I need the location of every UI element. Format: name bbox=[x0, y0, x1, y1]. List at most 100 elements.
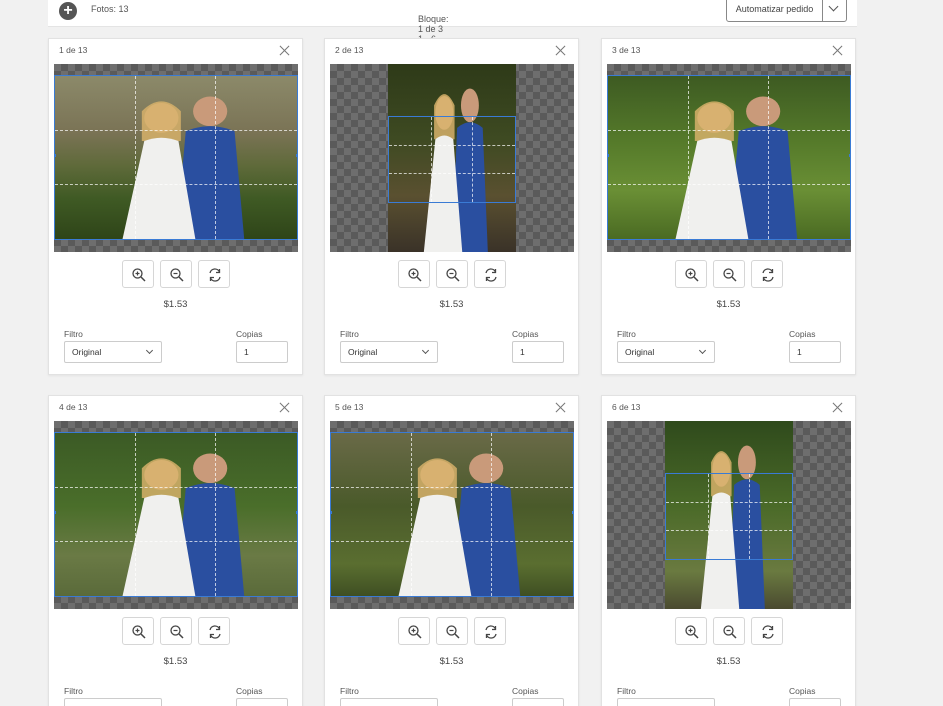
filter-label: Filtro bbox=[340, 329, 359, 339]
zoom-out-icon bbox=[722, 625, 737, 639]
zoom-out-icon bbox=[169, 625, 184, 639]
photo-card: 3 de 13 $1.53 Filtro Copias Original 1 bbox=[601, 38, 856, 375]
chevron-down-icon bbox=[828, 1, 839, 12]
price: $1.53 bbox=[716, 299, 741, 310]
filter-select[interactable] bbox=[64, 698, 162, 706]
top-toolbar: + Fotos: 13 Bloque: 1 de 3 1 - 6 Automat… bbox=[48, 0, 857, 44]
zoom-in-icon bbox=[131, 625, 146, 639]
rotate-button[interactable] bbox=[197, 260, 230, 288]
photo-index-label: 4 de 13 bbox=[59, 402, 88, 412]
rotate-icon bbox=[484, 625, 497, 639]
photo-card: 1 de 13 $1.53 Filtro Copias Original 1 bbox=[48, 38, 303, 375]
photo-tools bbox=[602, 260, 855, 288]
zoom-in-button[interactable] bbox=[397, 617, 430, 645]
rotate-button[interactable] bbox=[750, 617, 783, 645]
photo-tools bbox=[325, 617, 578, 645]
rotate-icon bbox=[761, 625, 774, 639]
chevron-down-icon bbox=[421, 346, 430, 355]
zoom-in-button[interactable] bbox=[397, 260, 430, 288]
crop-frame[interactable] bbox=[330, 432, 574, 597]
photo-tools bbox=[325, 260, 578, 288]
photo-card: 6 de 13 $1.53 Filtro Copias bbox=[601, 395, 856, 706]
photo-tools bbox=[602, 617, 855, 645]
zoom-out-button[interactable] bbox=[159, 260, 192, 288]
zoom-out-button[interactable] bbox=[435, 617, 468, 645]
zoom-in-button[interactable] bbox=[674, 617, 707, 645]
close-icon[interactable] bbox=[279, 402, 290, 413]
add-photo-button[interactable]: + bbox=[59, 2, 77, 20]
zoom-out-icon bbox=[169, 268, 184, 282]
zoom-out-button[interactable] bbox=[435, 260, 468, 288]
filter-select[interactable]: Original bbox=[617, 341, 715, 363]
zoom-out-button[interactable] bbox=[159, 617, 192, 645]
crop-frame[interactable] bbox=[388, 116, 516, 203]
copies-label: Copias bbox=[236, 329, 263, 339]
copies-label: Copias bbox=[512, 686, 539, 696]
copies-input[interactable]: 1 bbox=[236, 341, 288, 363]
filter-select[interactable] bbox=[617, 698, 715, 706]
copies-input[interactable] bbox=[236, 698, 288, 706]
copies-label: Copias bbox=[789, 329, 816, 339]
rotate-button[interactable] bbox=[750, 260, 783, 288]
filter-label: Filtro bbox=[617, 686, 636, 696]
copies-input[interactable] bbox=[789, 698, 841, 706]
zoom-in-button[interactable] bbox=[121, 617, 154, 645]
rotate-icon bbox=[208, 268, 221, 282]
crop-frame[interactable] bbox=[54, 75, 298, 240]
zoom-in-icon bbox=[407, 625, 422, 639]
filter-select[interactable] bbox=[340, 698, 438, 706]
filter-select[interactable]: Original bbox=[64, 341, 162, 363]
photo-canvas[interactable] bbox=[330, 64, 574, 252]
zoom-in-icon bbox=[407, 268, 422, 282]
crop-frame[interactable] bbox=[607, 75, 851, 240]
photo-index-label: 6 de 13 bbox=[612, 402, 641, 412]
rotate-button[interactable] bbox=[473, 617, 506, 645]
zoom-in-button[interactable] bbox=[674, 260, 707, 288]
zoom-out-button[interactable] bbox=[712, 617, 745, 645]
zoom-out-button[interactable] bbox=[712, 260, 745, 288]
copies-label: Copias bbox=[512, 329, 539, 339]
zoom-out-icon bbox=[445, 625, 460, 639]
zoom-in-icon bbox=[684, 625, 699, 639]
photo-canvas[interactable] bbox=[54, 64, 298, 252]
close-icon[interactable] bbox=[832, 402, 843, 413]
copies-label: Copias bbox=[236, 686, 263, 696]
photo-count: Fotos: 13 bbox=[91, 4, 129, 14]
automate-order-button[interactable]: Automatizar pedido bbox=[726, 0, 847, 22]
photo-canvas[interactable] bbox=[607, 64, 851, 252]
crop-frame[interactable] bbox=[54, 432, 298, 597]
crop-frame[interactable] bbox=[665, 473, 793, 560]
photo-canvas[interactable] bbox=[54, 421, 298, 609]
price: $1.53 bbox=[716, 656, 741, 667]
close-icon[interactable] bbox=[555, 45, 566, 56]
photo-canvas[interactable] bbox=[607, 421, 851, 609]
zoom-in-icon bbox=[131, 268, 146, 282]
copies-input[interactable]: 1 bbox=[512, 341, 564, 363]
rotate-icon bbox=[761, 268, 774, 282]
close-icon[interactable] bbox=[832, 45, 843, 56]
chevron-down-icon bbox=[145, 346, 154, 355]
block-label: Bloque: bbox=[418, 14, 449, 24]
copies-input[interactable]: 1 bbox=[789, 341, 841, 363]
zoom-out-icon bbox=[445, 268, 460, 282]
photo-canvas[interactable] bbox=[330, 421, 574, 609]
zoom-in-icon bbox=[684, 268, 699, 282]
rotate-icon bbox=[484, 268, 497, 282]
chevron-down-icon bbox=[698, 346, 707, 355]
automate-order-label[interactable]: Automatizar pedido bbox=[727, 0, 823, 21]
close-icon[interactable] bbox=[279, 45, 290, 56]
rotate-icon bbox=[208, 625, 221, 639]
rotate-button[interactable] bbox=[197, 617, 230, 645]
close-icon[interactable] bbox=[555, 402, 566, 413]
photo-index-label: 2 de 13 bbox=[335, 45, 364, 55]
photo-card: 5 de 13 $1.53 Filtro Copias bbox=[324, 395, 579, 706]
automate-order-dropdown[interactable] bbox=[823, 0, 846, 21]
photo-card: 4 de 13 $1.53 Filtro Copias bbox=[48, 395, 303, 706]
photo-index-label: 1 de 13 bbox=[59, 45, 88, 55]
zoom-in-button[interactable] bbox=[121, 260, 154, 288]
filter-select[interactable]: Original bbox=[340, 341, 438, 363]
filter-label: Filtro bbox=[617, 329, 636, 339]
block-page: 1 de 3 bbox=[418, 24, 444, 34]
copies-input[interactable] bbox=[512, 698, 564, 706]
rotate-button[interactable] bbox=[473, 260, 506, 288]
